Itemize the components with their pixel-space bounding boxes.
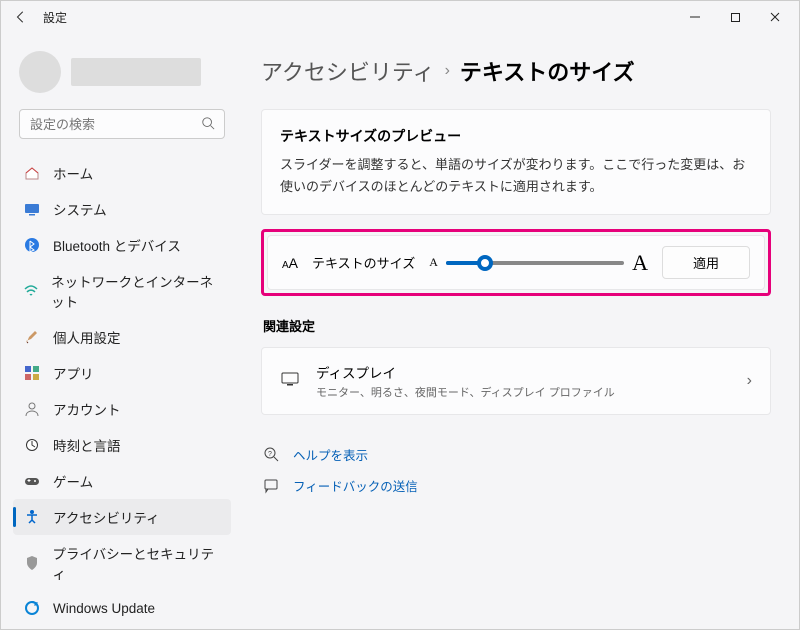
large-a-icon: A (632, 250, 648, 276)
breadcrumb-parent[interactable]: アクセシビリティ (261, 55, 435, 87)
sidebar-item-gaming[interactable]: ゲーム (13, 463, 231, 499)
shield-icon (23, 554, 40, 572)
text-size-row: AA テキストのサイズ A A 適用 (267, 235, 765, 290)
chevron-right-icon: › (747, 372, 752, 390)
back-button[interactable] (5, 1, 37, 33)
user-profile[interactable] (5, 41, 239, 109)
small-a-icon: A (429, 255, 438, 270)
sidebar-item-accessibility[interactable]: アクセシビリティ (13, 499, 231, 535)
clock-globe-icon (23, 436, 41, 454)
search-icon (201, 116, 215, 135)
preview-description: スライダーを調整すると、単語のサイズが変わります。ここで行った変更は、お使いのデ… (280, 154, 752, 198)
sidebar-item-label: ホーム (53, 163, 93, 183)
sidebar-item-network[interactable]: ネットワークとインターネット (13, 263, 231, 319)
sidebar-item-apps[interactable]: アプリ (13, 355, 231, 391)
breadcrumb: アクセシビリティ › テキストのサイズ (261, 55, 771, 87)
accessibility-icon (23, 508, 41, 526)
sidebar-item-personalization[interactable]: 個人用設定 (13, 319, 231, 355)
sidebar-item-system[interactable]: システム (13, 191, 231, 227)
sidebar-item-label: アクセシビリティ (53, 507, 160, 527)
sidebar-item-label: Bluetooth とデバイス (53, 235, 181, 255)
sidebar-item-label: システム (53, 199, 107, 219)
related-heading: 関連設定 (263, 316, 771, 335)
gamepad-icon (23, 472, 41, 490)
sidebar-item-label: ネットワークとインターネット (51, 271, 221, 311)
maximize-button[interactable] (715, 1, 755, 33)
text-size-icon: AA (282, 255, 298, 271)
preview-card: テキストサイズのプレビュー スライダーを調整すると、単語のサイズが変わります。こ… (261, 109, 771, 215)
get-help-link[interactable]: ? ヘルプを表示 (263, 439, 771, 470)
sidebar-item-bluetooth[interactable]: Bluetooth とデバイス (13, 227, 231, 263)
sidebar-item-label: アプリ (53, 363, 94, 383)
display-subtitle: モニター、明るさ、夜間モード、ディスプレイ プロファイル (316, 384, 731, 400)
sidebar-item-label: ゲーム (53, 471, 93, 491)
display-icon (280, 369, 300, 394)
user-name-placeholder (71, 58, 201, 86)
brush-icon (23, 328, 41, 346)
sidebar-item-home[interactable]: ホーム (13, 155, 231, 191)
minimize-button[interactable] (675, 1, 715, 33)
help-label: ヘルプを表示 (293, 445, 368, 464)
sidebar-item-accounts[interactable]: アカウント (13, 391, 231, 427)
sidebar-item-label: プライバシーとセキュリティ (52, 543, 221, 583)
titlebar: 設定 (1, 1, 799, 33)
feedback-label: フィードバックの送信 (293, 476, 418, 495)
text-size-slider[interactable] (446, 261, 624, 265)
sidebar-item-label: 個人用設定 (53, 327, 121, 347)
system-icon (23, 200, 41, 218)
sidebar-item-time-language[interactable]: 時刻と言語 (13, 427, 231, 463)
update-icon (23, 599, 41, 617)
slider-thumb[interactable] (477, 255, 493, 271)
person-icon (23, 400, 41, 418)
sidebar: ホーム システム Bluetooth とデバイス ネットワークとインターネット … (1, 33, 239, 629)
text-size-label: テキストのサイズ (312, 253, 415, 272)
svg-text:?: ? (268, 451, 272, 458)
feedback-icon (263, 478, 281, 494)
preview-title: テキストサイズのプレビュー (280, 126, 752, 146)
help-icon: ? (263, 447, 281, 463)
bluetooth-icon (23, 236, 41, 254)
search-input[interactable] (19, 109, 225, 139)
wifi-icon (23, 282, 39, 300)
main-content: アクセシビリティ › テキストのサイズ テキストサイズのプレビュー スライダーを… (239, 33, 799, 629)
sidebar-item-label: Windows Update (53, 601, 155, 616)
apply-button[interactable]: 適用 (662, 246, 750, 279)
sidebar-item-label: アカウント (53, 399, 121, 419)
close-button[interactable] (755, 1, 795, 33)
apps-icon (23, 364, 41, 382)
chevron-right-icon: › (445, 62, 450, 80)
display-settings-row[interactable]: ディスプレイ モニター、明るさ、夜間モード、ディスプレイ プロファイル › (261, 347, 771, 415)
breadcrumb-current: テキストのサイズ (460, 55, 635, 87)
feedback-link[interactable]: フィードバックの送信 (263, 470, 771, 501)
display-title: ディスプレイ (316, 362, 731, 382)
highlight-box: AA テキストのサイズ A A 適用 (261, 229, 771, 296)
avatar (19, 51, 61, 93)
window-title: 設定 (43, 9, 67, 26)
sidebar-item-label: 時刻と言語 (53, 435, 121, 455)
sidebar-item-windows-update[interactable]: Windows Update (13, 591, 231, 625)
home-icon (23, 164, 41, 182)
sidebar-item-privacy[interactable]: プライバシーとセキュリティ (13, 535, 231, 591)
